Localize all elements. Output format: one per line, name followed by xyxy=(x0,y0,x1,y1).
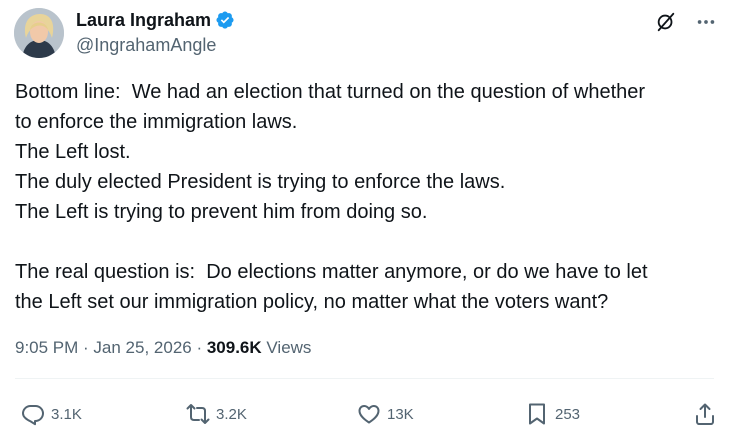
divider xyxy=(15,378,714,379)
tweet-date[interactable]: Jan 25, 2026 xyxy=(93,338,191,358)
heart-icon xyxy=(358,405,380,424)
tweet-line: The real question is: Do elections matte… xyxy=(15,261,648,283)
tweet-text: Bottom line: We had an election that tur… xyxy=(15,77,720,317)
like-button[interactable]: 13K xyxy=(357,398,414,430)
bookmark-count: 253 xyxy=(555,405,581,423)
meta-separator: · xyxy=(78,338,94,357)
verified-badge-icon xyxy=(215,10,235,30)
profile-photo xyxy=(14,8,64,58)
tweet-meta: 9:05 PM · Jan 25, 2026 · 309.6K Views xyxy=(15,338,311,358)
repost-count: 3.2K xyxy=(216,405,247,423)
author-display-name[interactable]: Laura Ingraham xyxy=(76,10,211,31)
share-button[interactable] xyxy=(693,398,717,430)
tweet-line: The Left lost. xyxy=(15,141,131,163)
repost-icon xyxy=(186,404,210,424)
grok-icon[interactable] xyxy=(653,9,679,35)
author-name-row[interactable]: Laura Ingraham xyxy=(76,9,235,31)
action-bar: 3.1K 3.2K 13K 253 xyxy=(15,398,720,430)
more-icon[interactable] xyxy=(693,9,719,35)
tweet-line: the Left set our immigration policy, no … xyxy=(15,291,609,313)
like-count: 13K xyxy=(387,405,414,423)
share-icon xyxy=(696,403,714,425)
tweet-line xyxy=(15,227,720,257)
header-actions xyxy=(653,9,719,35)
bookmark-icon xyxy=(529,403,545,425)
reply-icon xyxy=(22,405,44,426)
views-label: Views xyxy=(261,338,312,357)
tweet-line: The Left is trying to prevent him from d… xyxy=(15,201,428,223)
tweet-line: The duly elected President is trying to … xyxy=(15,171,506,193)
bookmark-button[interactable]: 253 xyxy=(525,398,580,430)
tweet-line: Bottom line: We had an election that tur… xyxy=(15,81,646,103)
repost-button[interactable]: 3.2K xyxy=(186,398,247,430)
meta-separator: · xyxy=(191,338,207,357)
author-handle[interactable]: @IngrahamAngle xyxy=(76,35,216,56)
tweet-time[interactable]: 9:05 PM xyxy=(15,338,78,358)
reply-count: 3.1K xyxy=(51,405,82,423)
avatar[interactable] xyxy=(14,8,64,58)
tweet-line: to enforce the immigration laws. xyxy=(15,111,298,133)
views-count[interactable]: 309.6K xyxy=(207,338,262,358)
reply-button[interactable]: 3.1K xyxy=(21,398,82,430)
